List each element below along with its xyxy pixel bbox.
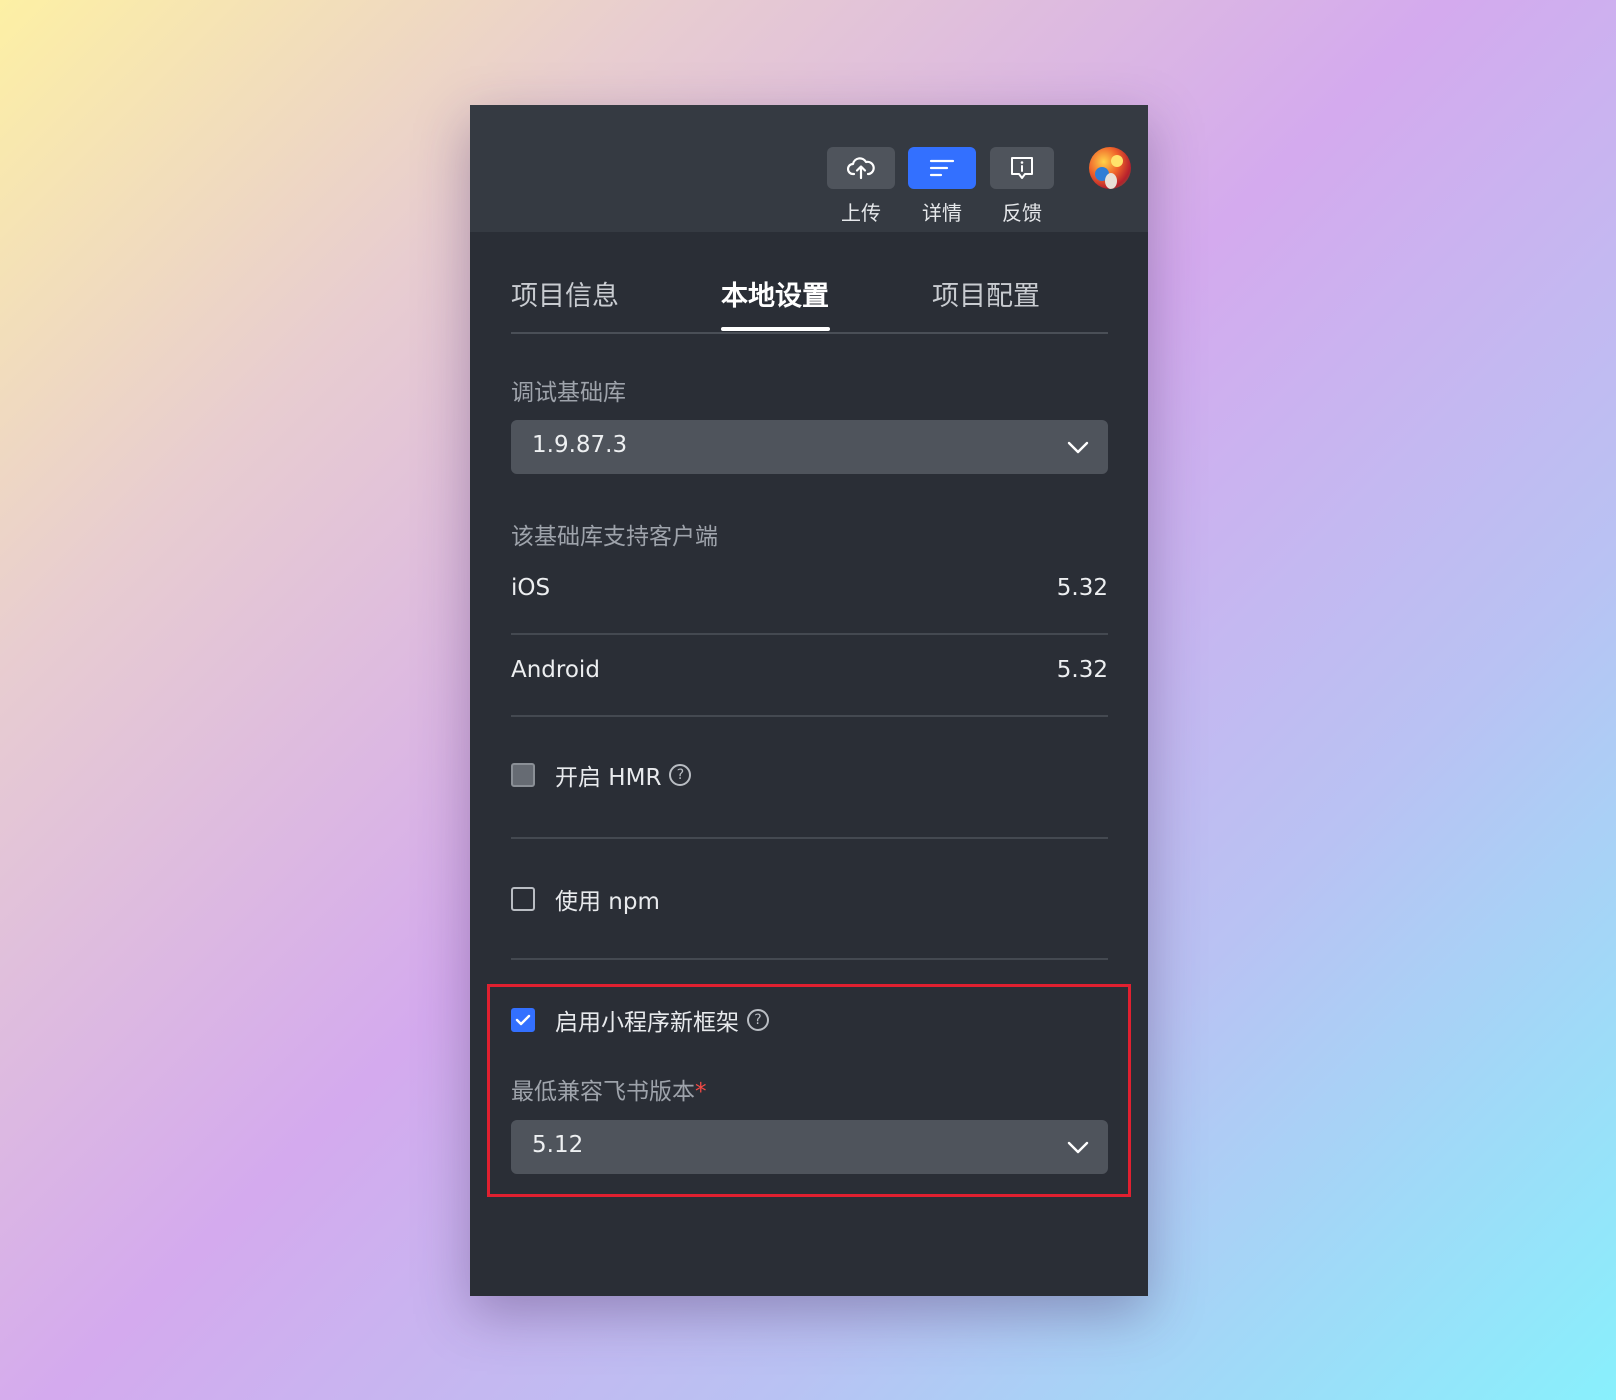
details-label: 详情 [922, 201, 962, 225]
divider [511, 958, 1108, 960]
client-version: 5.32 [1056, 657, 1108, 683]
npm-checkbox[interactable] [511, 887, 535, 911]
tab-local-settings[interactable]: 本地设置 [721, 274, 829, 313]
upload-label: 上传 [841, 201, 881, 225]
divider [511, 837, 1108, 839]
debug-lib-value: 1.9.87.3 [532, 432, 628, 458]
feedback-icon [1011, 157, 1033, 179]
active-tab-indicator [721, 327, 830, 331]
cloud-upload-icon [847, 157, 875, 180]
debug-lib-label: 调试基础库 [511, 380, 626, 406]
tab-project-config[interactable]: 项目配置 [932, 274, 1040, 313]
hmr-option[interactable]: 开启 HMR ? [511, 760, 692, 791]
client-version: 5.32 [1056, 575, 1108, 601]
supported-clients-label: 该基础库支持客户端 [511, 524, 718, 550]
chevron-down-icon [1067, 441, 1089, 454]
tab-project-info[interactable]: 项目信息 [511, 274, 619, 313]
client-row-ios: iOS 5.32 [511, 553, 1108, 635]
npm-label: 使用 npm [555, 889, 660, 915]
feedback-button[interactable] [990, 147, 1054, 189]
feedback-label: 反馈 [1002, 201, 1042, 225]
client-row-android: Android 5.32 [511, 635, 1108, 717]
upload-button[interactable] [827, 147, 895, 189]
client-name: iOS [511, 575, 551, 601]
user-avatar[interactable] [1089, 147, 1131, 189]
details-button[interactable] [908, 147, 976, 189]
highlight-box [487, 984, 1131, 1197]
client-name: Android [511, 657, 600, 683]
toolbar: 上传 详情 反馈 [470, 105, 1148, 232]
npm-option[interactable]: 使用 npm [511, 884, 660, 915]
debug-lib-select[interactable]: 1.9.87.3 [511, 420, 1108, 474]
details-list-icon [929, 159, 955, 177]
help-icon[interactable]: ? [669, 764, 692, 786]
tab-bar: 项目信息 本地设置 项目配置 [511, 260, 1108, 334]
hmr-label: 开启 HMR [555, 765, 662, 791]
hmr-checkbox[interactable] [511, 763, 535, 787]
